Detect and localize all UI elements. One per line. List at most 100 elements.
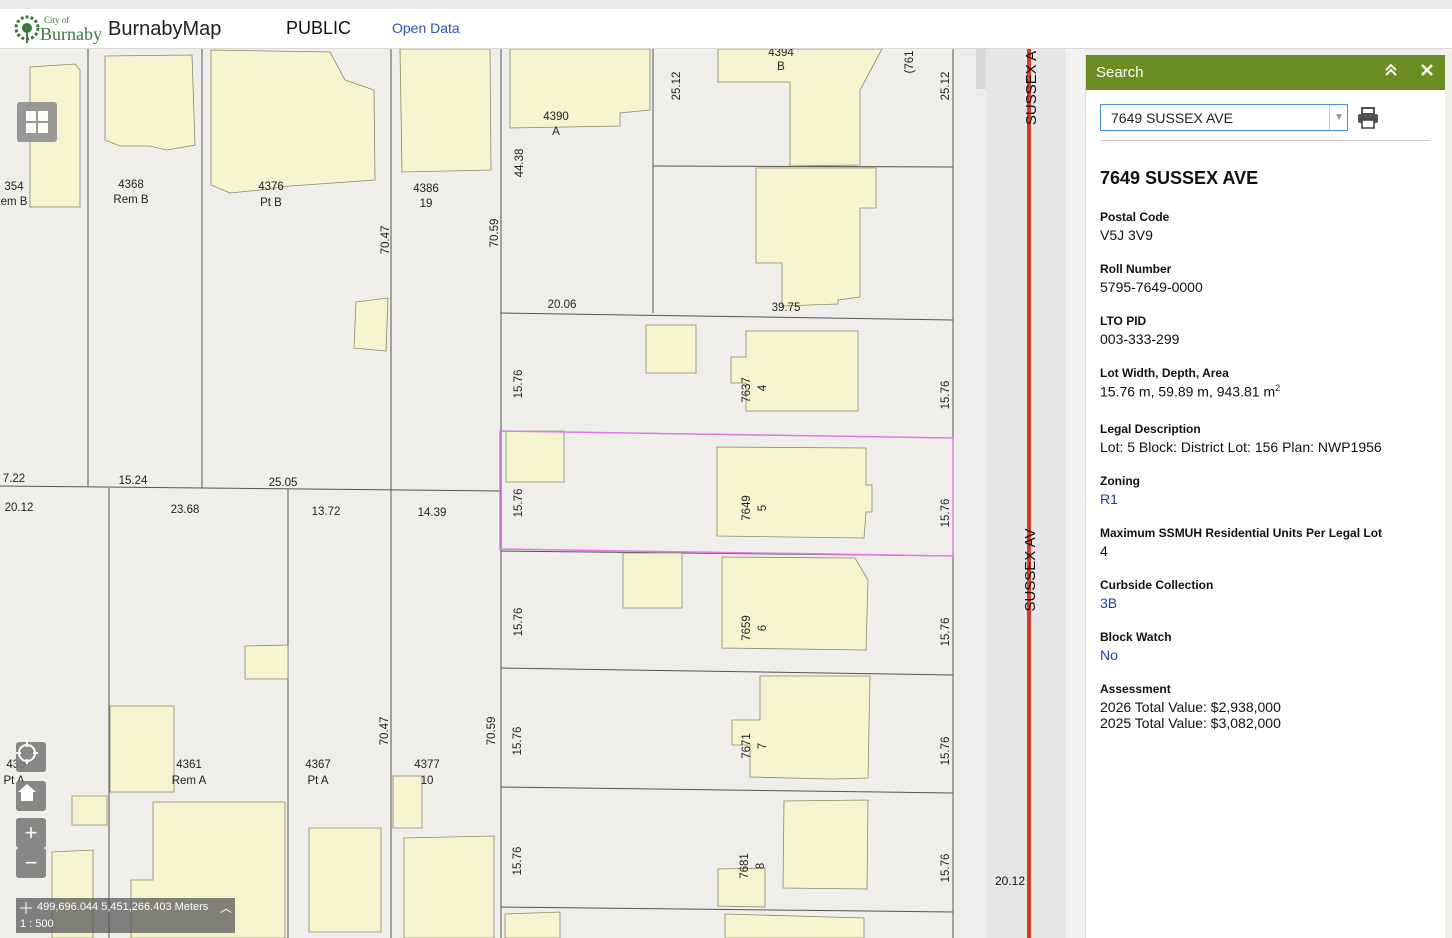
dimension-label: 44.38 — [514, 149, 526, 178]
lot-label: 7659 — [741, 615, 753, 641]
lot-label: 4367 — [305, 759, 331, 771]
home-button[interactable] — [16, 781, 46, 811]
lot-label: 7671 — [741, 733, 753, 759]
field-label: Maximum SSMUH Residential Units Per Lega… — [1100, 526, 1383, 540]
zoom-in-button[interactable]: + — [16, 818, 46, 848]
lot-label: 354 — [4, 181, 24, 193]
lot-label: 4368 — [118, 179, 144, 191]
lot-label: 8 — [755, 863, 767, 869]
lot-label: 4377 — [414, 759, 440, 771]
close-panel-icon[interactable] — [1420, 63, 1434, 82]
lot-label: B — [777, 61, 785, 73]
scale-text: 1 : 500 — [20, 918, 54, 930]
dimension-label: 70.47 — [379, 717, 391, 746]
field-value: 15.76 m, 59.89 m, 943.81 m2 — [1100, 383, 1280, 400]
search-panel: Search ▼ 7649 SUSSEX AVE Postal Code V5J… — [1085, 55, 1445, 938]
grid-icon — [26, 111, 48, 133]
dimension-label: 70.59 — [486, 717, 498, 746]
roll-number-field: Roll Number 5795-7649-0000 — [1100, 262, 1203, 295]
lto-pid-field: LTO PID 003-333-299 — [1100, 314, 1179, 347]
dimension-label: 15.76 — [940, 618, 952, 647]
home-icon — [18, 784, 36, 801]
lot-label: Pt B — [260, 197, 282, 209]
dimension-label: 70.59 — [489, 219, 501, 248]
search-input[interactable] — [1100, 104, 1348, 131]
block-watch-link[interactable]: No — [1100, 647, 1172, 663]
plus-icon: + — [24, 820, 38, 845]
lot-label: 4394 — [768, 49, 794, 59]
lot-label: 4376 — [258, 181, 284, 193]
zoning-link[interactable]: R1 — [1100, 491, 1140, 507]
field-label: Curbside Collection — [1100, 578, 1214, 592]
assessment-field: Assessment 2026 Total Value: $2,938,000 … — [1100, 682, 1281, 731]
street-label: SUSSEX AV — [1022, 528, 1039, 611]
lot-label: A — [552, 126, 560, 138]
dimension-label: 25.05 — [269, 477, 298, 489]
lot-label: em B — [1, 196, 28, 208]
dimension-label: 25.12 — [671, 72, 683, 101]
dimension-label: 15.76 — [940, 499, 952, 528]
curbside-link[interactable]: 3B — [1100, 595, 1213, 611]
field-label: LTO PID — [1100, 314, 1147, 328]
result-title: 7649 SUSSEX AVE — [1100, 168, 1259, 188]
dropdown-arrow-icon[interactable]: ▼ — [1329, 105, 1348, 130]
area-unit-superscript: 2 — [1275, 383, 1281, 393]
curbside-collection-field: Curbside Collection 3B — [1100, 578, 1213, 611]
field-value: 4 — [1100, 543, 1108, 559]
panel-header: Search — [1086, 55, 1445, 90]
assessment-2026: 2026 Total Value: $2,938,000 — [1100, 699, 1281, 715]
field-value: 5795-7649-0000 — [1100, 279, 1203, 295]
lot-label: Pt A — [307, 775, 328, 787]
lot-label: 4361 — [176, 759, 202, 771]
field-label: Legal Description — [1100, 422, 1201, 436]
collapse-panel-icon[interactable] — [1384, 63, 1398, 82]
field-value: V5J 3V9 — [1100, 227, 1153, 243]
dimension-label: 15.76 — [513, 608, 525, 637]
dimension-label: 15.76 — [940, 854, 952, 883]
lot-label: Rem B — [113, 194, 148, 206]
dimension-label: 39.75 — [772, 302, 801, 314]
field-value: 003-333-299 — [1100, 331, 1180, 347]
dimension-label: 25.12 — [940, 72, 952, 101]
field-label: Postal Code — [1100, 210, 1170, 224]
collapse-coords-icon[interactable]: ︿ — [220, 899, 232, 916]
field-label: Lot Width, Depth, Area — [1100, 366, 1229, 380]
field-label: Block Watch — [1100, 630, 1172, 644]
dimension-label: 15.76 — [513, 489, 525, 518]
lot-label: 7649 — [741, 495, 753, 521]
lot-label: 6 — [757, 625, 769, 631]
dimension-label: (761 — [904, 50, 916, 73]
tree-logo-icon — [14, 15, 40, 43]
dimension-label: 23.68 — [171, 504, 200, 516]
dimension-label: 20.06 — [548, 299, 577, 311]
map-view[interactable]: 4394 B 4390 A 354 em B 4368 Rem B 4376 P… — [0, 49, 1085, 938]
lot-size-text: 15.76 m, 59.89 m, 943.81 m — [1100, 383, 1276, 400]
open-data-link[interactable]: Open Data — [392, 20, 460, 36]
dimension-label: 14.39 — [418, 507, 447, 519]
field-label: Zoning — [1100, 474, 1140, 488]
lot-label: 19 — [420, 198, 433, 210]
coordinates-text: 499,696.044 5,451,266.403 Meters — [37, 901, 209, 913]
zoom-out-button[interactable]: − — [16, 848, 46, 878]
dimension-label: 13.72 — [312, 506, 341, 518]
city-logo[interactable]: City of Burnaby — [14, 13, 102, 47]
dimension-label: 15.24 — [119, 475, 148, 487]
coordinate-readout: 499,696.044 5,451,266.403 Meters 1 : 500… — [16, 898, 235, 933]
crosshair-small-icon — [20, 902, 32, 914]
dimension-label: 70.47 — [380, 226, 392, 255]
block-watch-field: Block Watch No — [1100, 630, 1172, 663]
lot-size-field: Lot Width, Depth, Area 15.76 m, 59.89 m,… — [1100, 366, 1280, 400]
lot-label: 7681 — [739, 853, 751, 879]
lot-label: 4 — [757, 384, 769, 391]
lot-label: 10 — [421, 775, 434, 787]
minus-icon: − — [24, 850, 38, 875]
locate-button[interactable] — [16, 742, 46, 772]
basemap-switch-button[interactable] — [17, 102, 57, 142]
street-dimension-label: 20.12 — [995, 874, 1025, 888]
print-result-icon[interactable] — [1356, 106, 1380, 135]
logo-text: Burnaby — [40, 24, 102, 44]
dimension-label: 15.76 — [940, 381, 952, 410]
field-label: Assessment — [1100, 682, 1171, 696]
dimension-label: 15.76 — [513, 370, 525, 399]
lot-label: 4390 — [543, 111, 569, 123]
